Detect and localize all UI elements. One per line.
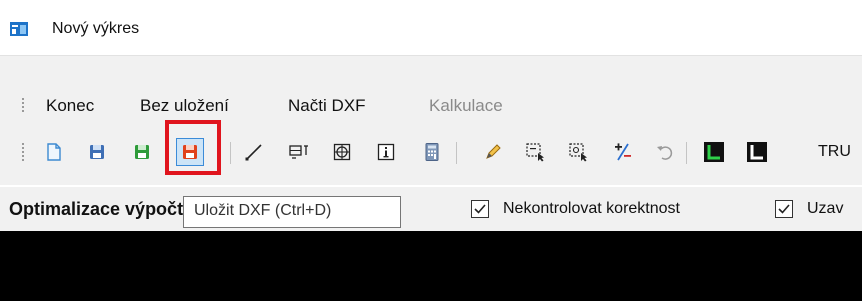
checkbox-label-nekontrolovat[interactable]: Nekontrolovat korektnost bbox=[503, 200, 680, 218]
toolbar-separator bbox=[230, 142, 231, 164]
save-blue-icon bbox=[90, 145, 104, 159]
checkbox-nekontrolovat-korektnost[interactable] bbox=[471, 200, 489, 218]
save-button[interactable] bbox=[83, 138, 111, 166]
drawing-canvas[interactable] bbox=[0, 231, 862, 301]
corner-black-button[interactable] bbox=[743, 138, 771, 166]
toolbar-grip[interactable] bbox=[21, 143, 25, 163]
new-document-icon bbox=[47, 143, 61, 161]
menu-toolbar-area: Konec Bez uložení Načti DXF Kalkulace TR… bbox=[0, 55, 862, 185]
select-box-button[interactable] bbox=[522, 138, 550, 166]
checkbox-label-uzav[interactable]: Uzav bbox=[807, 200, 843, 218]
new-document-button[interactable] bbox=[40, 138, 68, 166]
menu-grip[interactable] bbox=[21, 98, 25, 114]
title-bar: Nový výkres bbox=[0, 0, 862, 52]
undo-icon bbox=[657, 146, 673, 160]
corner-black-icon bbox=[747, 142, 767, 162]
tooltip: Uložit DXF (Ctrl+D) bbox=[183, 196, 401, 228]
calculator-icon bbox=[425, 143, 439, 161]
text-grid-icon bbox=[289, 145, 308, 159]
checkmark-icon bbox=[474, 204, 486, 214]
menu-item-nacti-dxf[interactable]: Načti DXF bbox=[288, 96, 365, 116]
select-box-icon bbox=[526, 143, 544, 162]
toolbar: TRU bbox=[0, 136, 862, 170]
save-green-icon bbox=[135, 145, 149, 159]
menu-item-konec[interactable]: Konec bbox=[46, 96, 94, 116]
checkmark-icon bbox=[778, 204, 790, 214]
menu-bar: Konec Bez uložení Načti DXF Kalkulace bbox=[0, 92, 862, 118]
calculator-button[interactable] bbox=[418, 138, 446, 166]
plus-minus-icon bbox=[615, 143, 631, 161]
corner-green-button[interactable] bbox=[700, 138, 728, 166]
undo-button[interactable] bbox=[651, 138, 679, 166]
info-button[interactable] bbox=[372, 138, 400, 166]
highlight-frame bbox=[165, 120, 221, 175]
menu-item-kalkulace[interactable]: Kalkulace bbox=[429, 96, 503, 116]
pencil-icon bbox=[486, 144, 501, 159]
text-grid-button[interactable] bbox=[285, 138, 313, 166]
checkbox-uzav[interactable] bbox=[775, 200, 793, 218]
select-box-alt-icon bbox=[569, 143, 587, 162]
select-box-alt-button[interactable] bbox=[565, 138, 593, 166]
menu-item-bez-ulozeni[interactable]: Bez uložení bbox=[140, 96, 229, 116]
window-title: Nový výkres bbox=[52, 20, 140, 37]
save-green-button[interactable] bbox=[128, 138, 156, 166]
line-button[interactable] bbox=[240, 138, 268, 166]
target-button[interactable] bbox=[328, 138, 356, 166]
toolbar-separator bbox=[456, 142, 457, 164]
info-icon bbox=[377, 143, 395, 161]
corner-green-icon bbox=[704, 142, 724, 162]
pencil-button[interactable] bbox=[479, 138, 507, 166]
app-icon bbox=[10, 22, 28, 36]
toolbar-trailing-label[interactable]: TRU bbox=[818, 143, 851, 161]
toolbar-separator bbox=[686, 142, 687, 164]
line-icon bbox=[245, 144, 262, 161]
target-icon bbox=[333, 143, 351, 161]
options-row: Optimalizace výpočtu technologie Nekontr… bbox=[0, 187, 862, 231]
plus-minus-button[interactable] bbox=[609, 138, 637, 166]
